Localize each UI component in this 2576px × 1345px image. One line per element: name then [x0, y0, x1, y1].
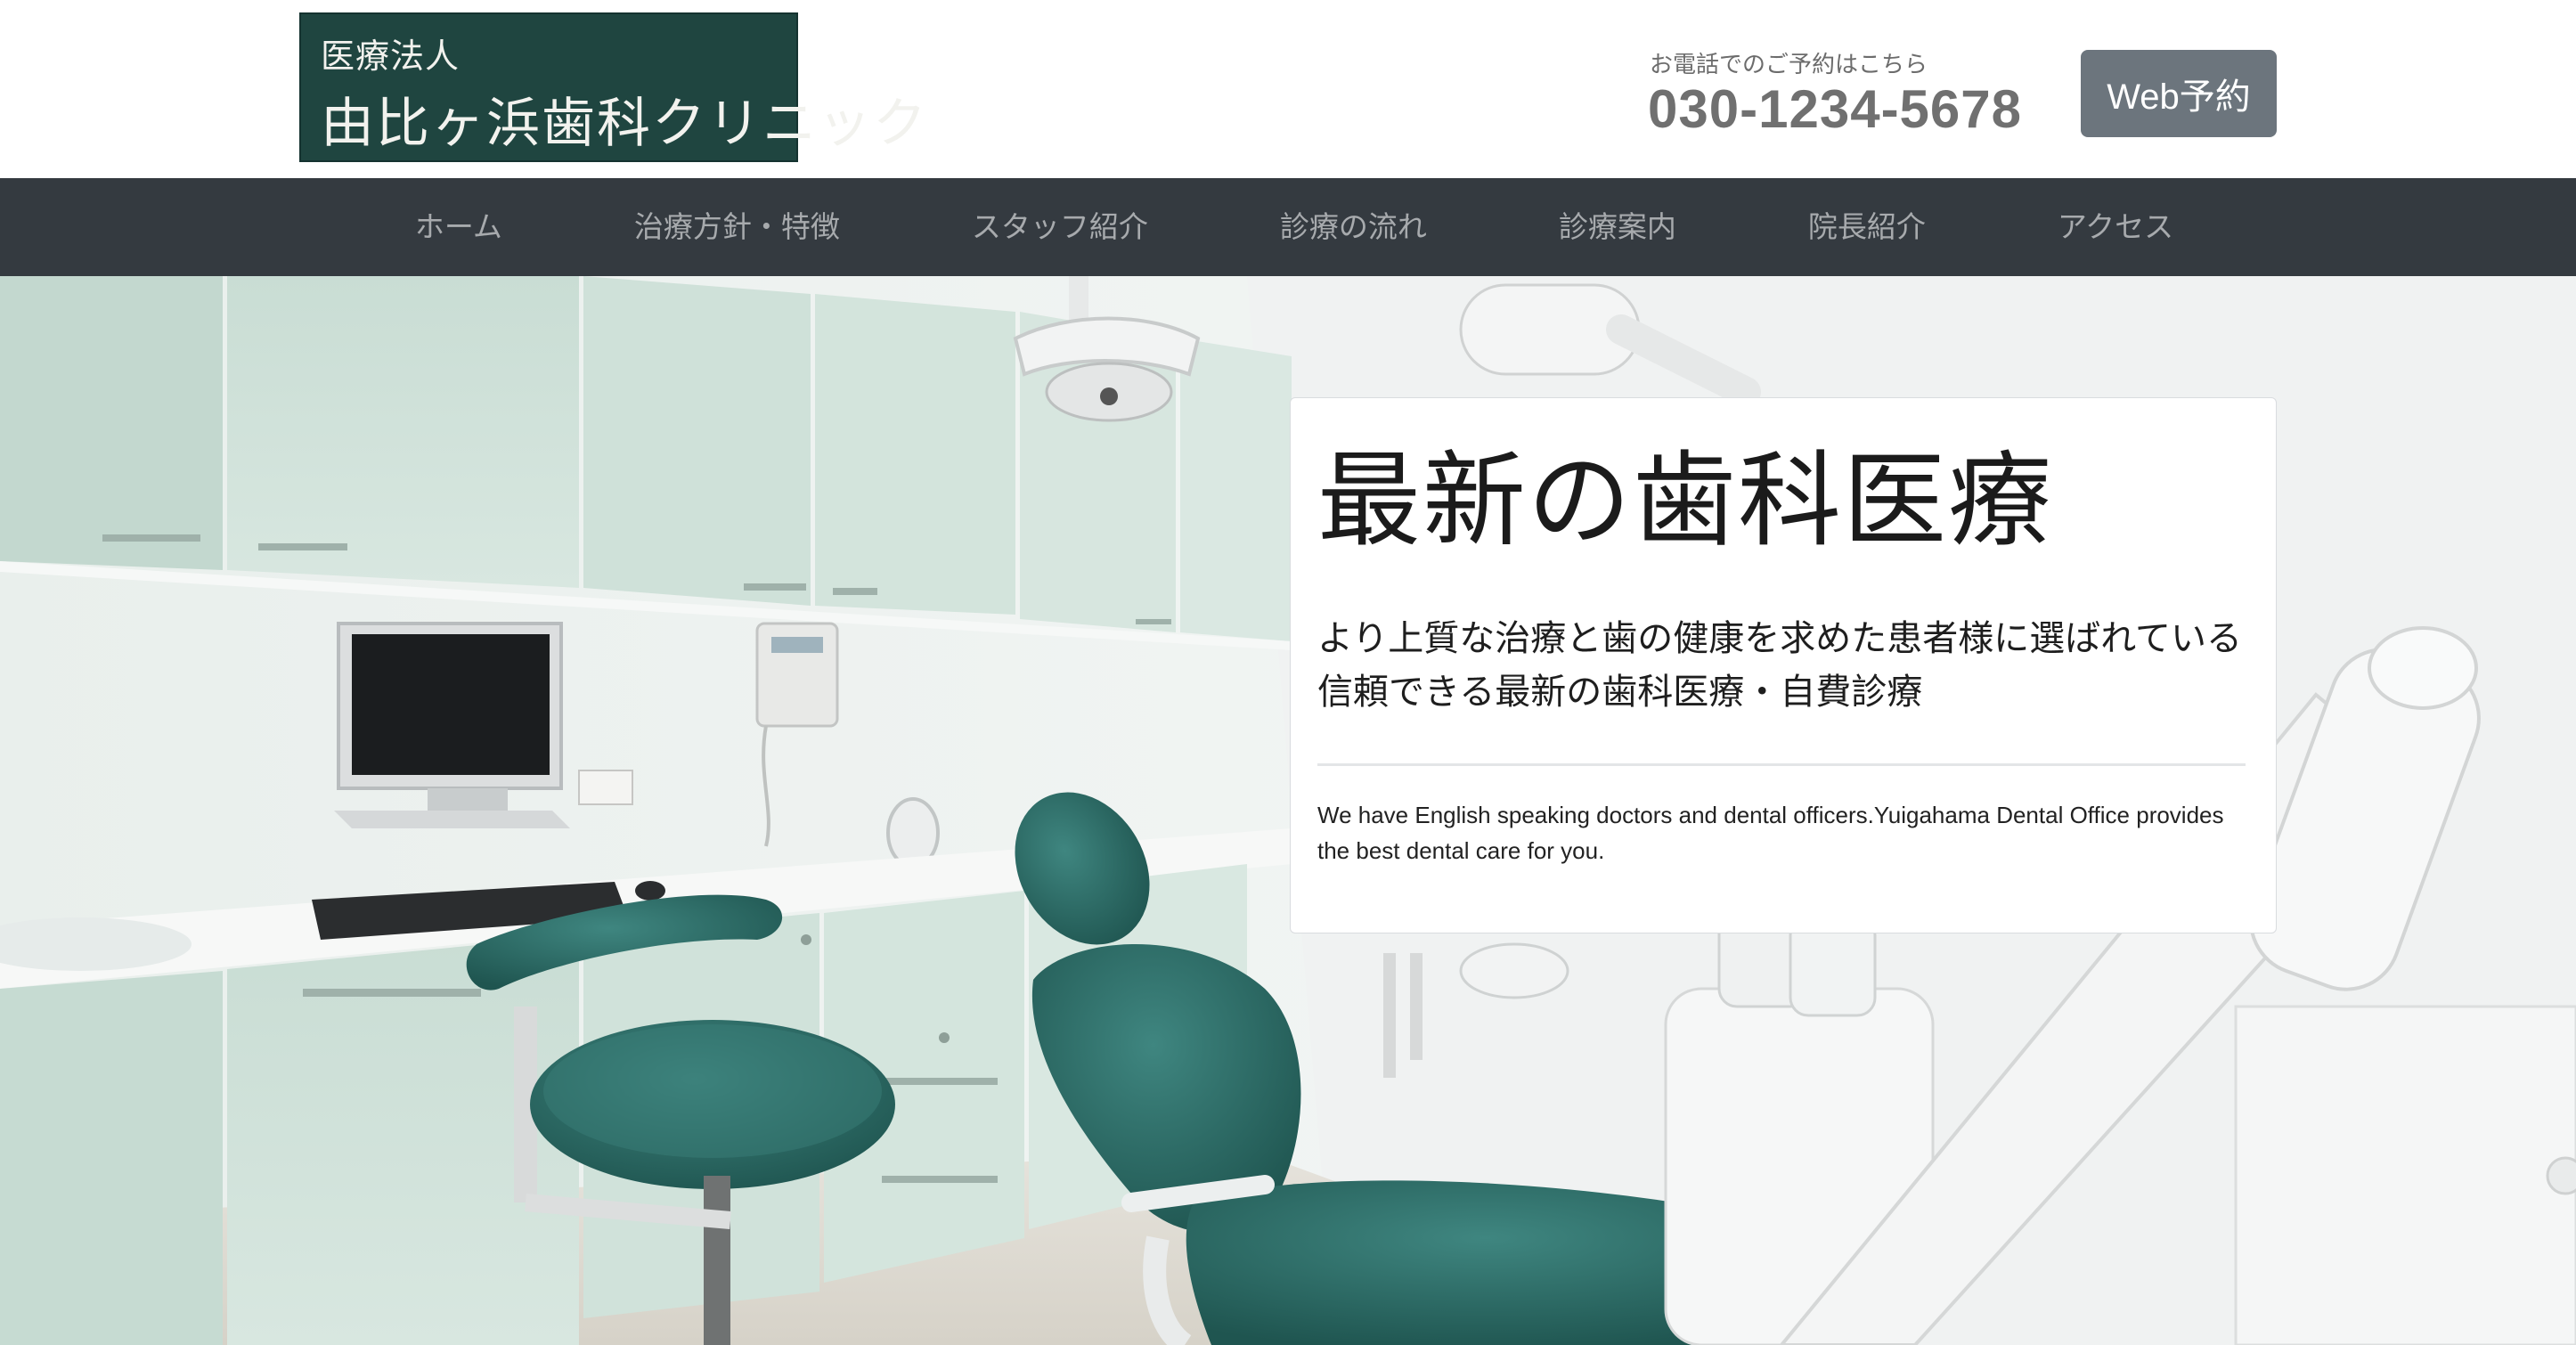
hero-divider	[1317, 763, 2246, 766]
hero-lead-line2: 信頼できる最新の歯科医療・自費診療	[1317, 672, 1923, 713]
hero-card: 最新の歯科医療 より上質な治療と歯の健康を求めた患者様に選ばれている 信頼できる…	[1290, 397, 2277, 933]
hero-title: 最新の歯科医療	[1317, 441, 2053, 561]
logo-subtitle: 医療法人	[321, 37, 461, 76]
hero-body-text: We have English speaking doctors and den…	[1317, 802, 2224, 864]
nav-item-home[interactable]: ホーム	[349, 178, 568, 276]
nav-item-flow[interactable]: 診療の流れ	[1214, 178, 1493, 276]
hero-section: 最新の歯科医療 より上質な治療と歯の健康を求めた患者様に選ばれている 信頼できる…	[0, 276, 2576, 1345]
hero-lead: より上質な治療と歯の健康を求めた患者様に選ばれている 信頼できる最新の歯科医療・…	[1317, 612, 2262, 719]
logo-title: 由比ヶ浜歯科クリニック	[321, 93, 928, 155]
clinic-logo[interactable]: 医療法人 由比ヶ浜歯科クリニック	[299, 12, 926, 162]
hero-lead-line1: より上質な治療と歯の健康を求めた患者様に選ばれている	[1317, 618, 2242, 659]
nav-item-staff[interactable]: スタッフ紹介	[906, 178, 1214, 276]
nav-item-director[interactable]: 院長紹介	[1742, 178, 1992, 276]
main-nav: ホーム 治療方針・特徴 スタッフ紹介 診療の流れ 診療案内 院長紹介 アクセス	[0, 178, 2576, 276]
nav-item-access[interactable]: アクセス	[1992, 178, 2239, 276]
web-reserve-button[interactable]: Web予約	[2081, 50, 2277, 137]
nav-list: ホーム 治療方針・特徴 スタッフ紹介 診療の流れ 診療案内 院長紹介 アクセス	[0, 178, 2576, 276]
phone-number[interactable]: 030-1234-5678	[1648, 78, 2022, 140]
phone-caption: お電話でのご予約はこちら	[1650, 52, 1928, 78]
phone-contact: お電話でのご予約はこちら 030-1234-5678	[1648, 45, 2058, 143]
nav-item-info[interactable]: 診療案内	[1493, 178, 1742, 276]
nav-item-policy[interactable]: 治療方針・特徴	[568, 178, 906, 276]
site-header: 医療法人 由比ヶ浜歯科クリニック お電話でのご予約はこちら 030-1234-5…	[0, 0, 2576, 178]
